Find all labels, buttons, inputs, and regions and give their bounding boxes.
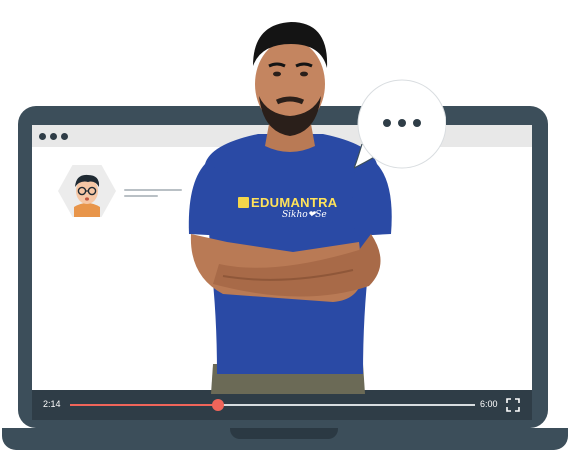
fullscreen-icon[interactable] bbox=[506, 398, 520, 412]
avatar-icon bbox=[74, 174, 100, 217]
laptop-notch bbox=[230, 428, 338, 439]
progress-fill bbox=[70, 404, 219, 406]
brand-logo-icon bbox=[238, 197, 249, 208]
window-dot bbox=[50, 133, 57, 140]
video-control-bar: 2:14 6:00 bbox=[32, 390, 532, 420]
shirt-tagline: Sikho❤Se bbox=[282, 210, 327, 220]
window-dot bbox=[39, 133, 46, 140]
total-time: 6:00 bbox=[480, 399, 498, 409]
shirt-brand: EDUMANTRA bbox=[251, 195, 338, 210]
progress-track[interactable] bbox=[70, 399, 475, 411]
message-line bbox=[124, 195, 158, 197]
current-time: 2:14 bbox=[43, 399, 61, 409]
window-dot bbox=[61, 133, 68, 140]
message-line bbox=[124, 189, 182, 191]
progress-knob[interactable] bbox=[212, 399, 225, 411]
speech-bubble-icon bbox=[354, 79, 446, 169]
chat-avatar bbox=[58, 165, 116, 217]
